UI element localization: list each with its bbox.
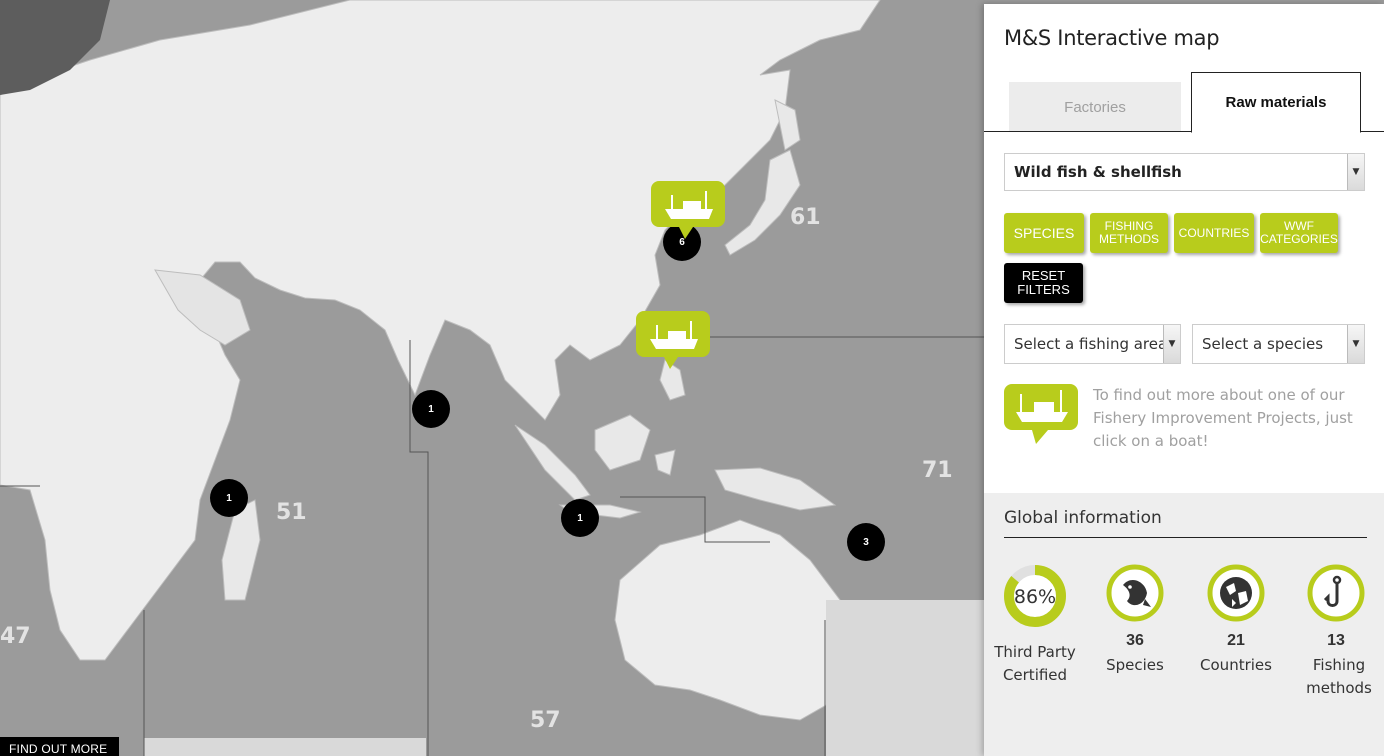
- global-divider: [1004, 537, 1367, 538]
- species-count: 36: [1126, 632, 1144, 649]
- tab-factories[interactable]: Factories: [1009, 82, 1181, 132]
- boat-marker-icon[interactable]: [636, 311, 710, 371]
- filter-fishing-methods-button[interactable]: FISHING METHODS: [1090, 213, 1168, 253]
- info-text: To find out more about one of our Fisher…: [1093, 386, 1353, 450]
- category-select[interactable]: Wild fish & shellfish ▼: [1004, 153, 1365, 191]
- map-cluster[interactable]: 3: [847, 523, 885, 561]
- global-information: Global information 86% Third Party Certi…: [984, 493, 1384, 756]
- chevron-down-icon[interactable]: ▼: [1347, 325, 1364, 363]
- certified-donut-icon: 86%: [1004, 565, 1066, 627]
- map-cluster[interactable]: 1: [561, 499, 599, 537]
- fishing-area-select-value: Select a fishing area: [1014, 335, 1168, 353]
- filter-species-button[interactable]: SPECIES: [1004, 213, 1084, 253]
- map-cluster[interactable]: 1: [210, 479, 248, 517]
- tab-raw-materials[interactable]: Raw materials: [1191, 72, 1361, 133]
- certified-label: Third Party Certified: [994, 643, 1076, 684]
- filter-countries-button[interactable]: COUNTRIES: [1174, 213, 1254, 253]
- fishing-area-select[interactable]: Select a fishing area ▼: [1004, 324, 1181, 364]
- countries-label: Countries: [1200, 656, 1272, 674]
- species-select[interactable]: Select a species ▼: [1192, 324, 1365, 364]
- methods-count: 13: [1327, 632, 1345, 649]
- chevron-down-icon[interactable]: ▼: [1347, 154, 1364, 190]
- fish-hook-icon: [1307, 564, 1365, 622]
- countries-count: 21: [1227, 632, 1245, 649]
- species-select-value: Select a species: [1202, 335, 1324, 353]
- fishing-area-label: 61: [790, 205, 821, 230]
- panel-title: M&S Interactive map: [1004, 26, 1220, 50]
- fishing-area-label: 57: [530, 708, 561, 733]
- boat-marker-icon[interactable]: [651, 181, 725, 241]
- filter-wwf-categories-button[interactable]: WWF CATEGORIES: [1260, 213, 1338, 253]
- fish-icon: [1106, 564, 1164, 622]
- find-out-more-button[interactable]: FIND OUT MORE: [0, 737, 119, 756]
- fishing-area-label: 51: [276, 500, 307, 525]
- boat-icon: [1004, 384, 1078, 444]
- side-panel: M&S Interactive map Factories Raw materi…: [984, 4, 1384, 756]
- reset-filters-button[interactable]: RESET FILTERS: [1004, 263, 1083, 303]
- chevron-down-icon[interactable]: ▼: [1163, 325, 1180, 363]
- global-title: Global information: [1004, 508, 1162, 528]
- species-label: Species: [1106, 656, 1164, 674]
- globe-icon: [1207, 564, 1265, 622]
- fishing-area-label: 47: [0, 624, 31, 649]
- fishing-area-label: 71: [922, 458, 953, 483]
- certified-value: 86%: [1014, 586, 1056, 608]
- map-cluster[interactable]: 1: [412, 390, 450, 428]
- category-select-value: Wild fish & shellfish: [1014, 163, 1182, 181]
- methods-label: Fishing methods: [1306, 656, 1372, 697]
